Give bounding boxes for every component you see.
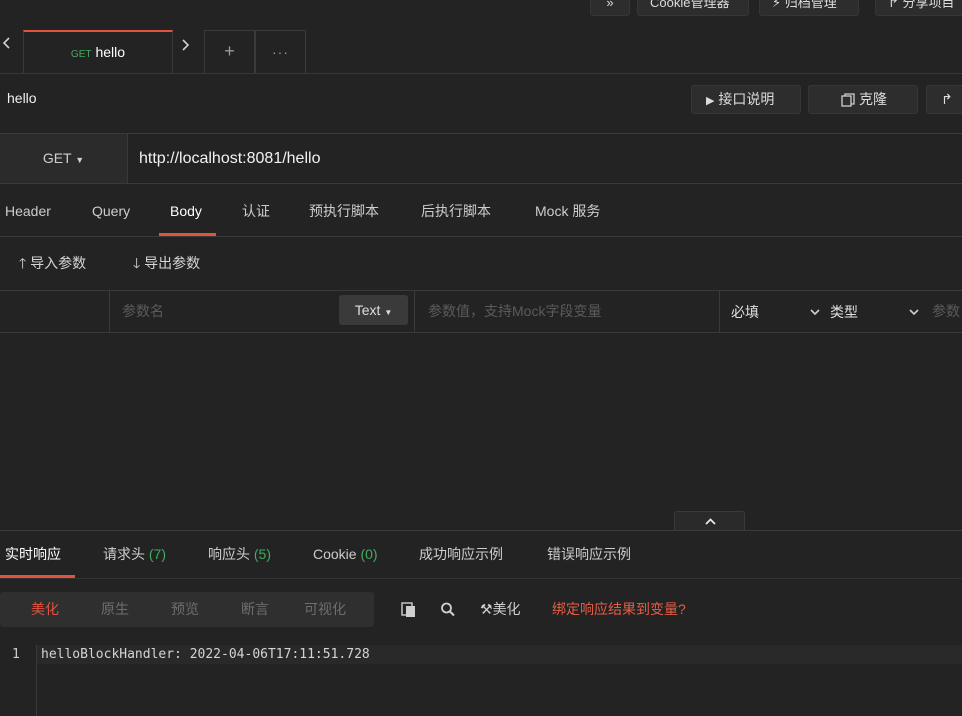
tab-label: 成功响应示例 [419, 546, 503, 562]
bind-to-variable-link[interactable]: 绑定响应结果到变量? [552, 600, 686, 618]
count-badge: (0) [360, 546, 378, 562]
view-mode-pretty[interactable]: 美化 [31, 592, 59, 627]
magic-wand-icon: ⚒ [480, 601, 493, 617]
tab-error-example[interactable]: 错误响应示例 [547, 543, 631, 565]
chevron-down-icon[interactable] [908, 291, 920, 334]
caret-down-icon: ▼ [384, 308, 393, 317]
divider [719, 291, 720, 332]
divider [0, 530, 962, 531]
tab-header[interactable]: Header [5, 184, 51, 238]
view-mode-group: 美化 原生 预览 断言 可视化 [0, 592, 374, 627]
view-mode-visualize[interactable]: 可视化 [304, 592, 346, 627]
api-title: hello [7, 90, 37, 106]
tab-response-headers[interactable]: 响应头 (5) [208, 543, 271, 565]
export-label: 导出参数 [144, 255, 201, 271]
required-select[interactable]: 必填 [731, 291, 759, 334]
view-mode-raw[interactable]: 原生 [101, 592, 129, 627]
param-name-input[interactable]: 参数名 [122, 291, 164, 332]
tab-query[interactable]: Query [92, 184, 130, 238]
share-arrow-icon: ↱ [941, 91, 953, 107]
tab-cookie[interactable]: Cookie (0) [313, 543, 378, 565]
line-number: 1 [12, 647, 20, 662]
url-bar: GET ▼ http://localhost:8081/hello [0, 133, 962, 184]
view-mode-preview[interactable]: 预览 [171, 592, 199, 627]
share-button[interactable]: ↱ [926, 85, 962, 114]
url-input[interactable]: http://localhost:8081/hello [139, 134, 320, 183]
caret-down-icon: ▼ [75, 155, 85, 165]
active-tab-indicator [159, 233, 216, 236]
response-body-text: helloBlockHandler: 2022-04-06T17:11:51.7… [41, 647, 370, 662]
tab-prev-icon[interactable] [2, 36, 12, 50]
new-tab-button[interactable]: + [204, 30, 255, 73]
tab-post-script[interactable]: 后执行脚本 [421, 184, 491, 238]
tab-body[interactable]: Body [170, 184, 202, 238]
tab-label: Cookie [313, 546, 357, 562]
tab-success-example[interactable]: 成功响应示例 [419, 543, 503, 565]
copy-response-icon[interactable] [401, 600, 417, 618]
gutter-divider [36, 645, 37, 716]
search-icon[interactable] [440, 600, 456, 618]
beautify-label: 美化 [492, 601, 521, 617]
tab-next-icon[interactable] [180, 38, 190, 52]
api-doc-label: 接口说明 [718, 91, 775, 107]
share-label: 分享项目 [902, 0, 955, 10]
play-icon: ▶ [706, 95, 715, 107]
chevron-up-icon [705, 518, 716, 525]
tab-bar: » Cookie管理器 ⚡ 归档管理 ↱ 分享项目 GET hello + ··· [0, 0, 962, 74]
tab-auth[interactable]: 认证 [242, 184, 270, 238]
param-desc-input[interactable]: 参数 [932, 291, 960, 332]
import-params-button[interactable]: 🡑 导入参数 [19, 252, 86, 274]
tab-live-response[interactable]: 实时响应 [5, 543, 61, 565]
count-badge: (7) [148, 546, 167, 562]
tab-label: 错误响应示例 [547, 546, 631, 562]
param-value-input[interactable]: 参数值，支持Mock字段变量 [428, 291, 601, 332]
plus-icon: + [224, 41, 235, 61]
count-badge: (5) [253, 546, 272, 562]
param-row: 参数名 Text ▼ 参数值，支持Mock字段变量 必填 类型 参数 [0, 290, 962, 333]
method-select[interactable]: GET ▼ [0, 134, 128, 183]
tab-request-headers[interactable]: 请求头 (7) [103, 543, 166, 565]
arrow-up-icon: 🡑 [19, 255, 27, 271]
share-project-button[interactable]: ↱ 分享项目 [875, 0, 962, 16]
tab-mock[interactable]: Mock 服务 [535, 184, 600, 238]
divider [0, 578, 962, 579]
method-label: GET [42, 150, 72, 166]
tab-label: 实时响应 [5, 546, 61, 562]
arrow-down-icon: 🡓 [133, 255, 141, 271]
clone-label: 克隆 [859, 91, 887, 107]
chevron-down-icon[interactable] [809, 291, 821, 334]
param-type-button[interactable]: Text ▼ [339, 295, 408, 325]
more-tabs-button[interactable]: ··· [255, 30, 306, 73]
view-mode-assert[interactable]: 断言 [241, 592, 269, 627]
panel-toggle-button[interactable] [674, 511, 745, 531]
tab-label: 响应头 [208, 546, 250, 562]
tab-method: GET [70, 49, 92, 60]
tab-pre-script[interactable]: 预执行脚本 [309, 184, 379, 238]
tab-label: 请求头 [103, 546, 145, 562]
tab-name: hello [95, 44, 126, 60]
beautify-button[interactable]: ⚒美化 [480, 600, 521, 618]
divider [109, 291, 110, 332]
lightning-icon: ⚡ [772, 0, 782, 10]
export-params-button[interactable]: 🡓 导出参数 [133, 252, 200, 274]
api-doc-button[interactable]: ▶ 接口说明 [691, 85, 801, 114]
copy-icon [841, 93, 855, 107]
divider [414, 291, 415, 332]
request-tab-hello[interactable]: GET hello [23, 30, 173, 73]
archive-label: 归档管理 [784, 0, 837, 10]
more-icon: ··· [272, 44, 289, 60]
cookie-manager-button[interactable]: Cookie管理器 [637, 0, 749, 16]
share-icon: ↱ [888, 0, 899, 10]
import-label: 导入参数 [30, 255, 87, 271]
type-select[interactable]: 类型 [830, 291, 858, 334]
clone-button[interactable]: 克隆 [808, 85, 918, 114]
request-tabs: Header Query Body 认证 预执行脚本 后执行脚本 Mock 服务 [0, 184, 962, 237]
expand-button[interactable]: » [590, 0, 630, 16]
param-type-label: Text [354, 302, 381, 318]
archive-manage-button[interactable]: ⚡ 归档管理 [759, 0, 859, 16]
